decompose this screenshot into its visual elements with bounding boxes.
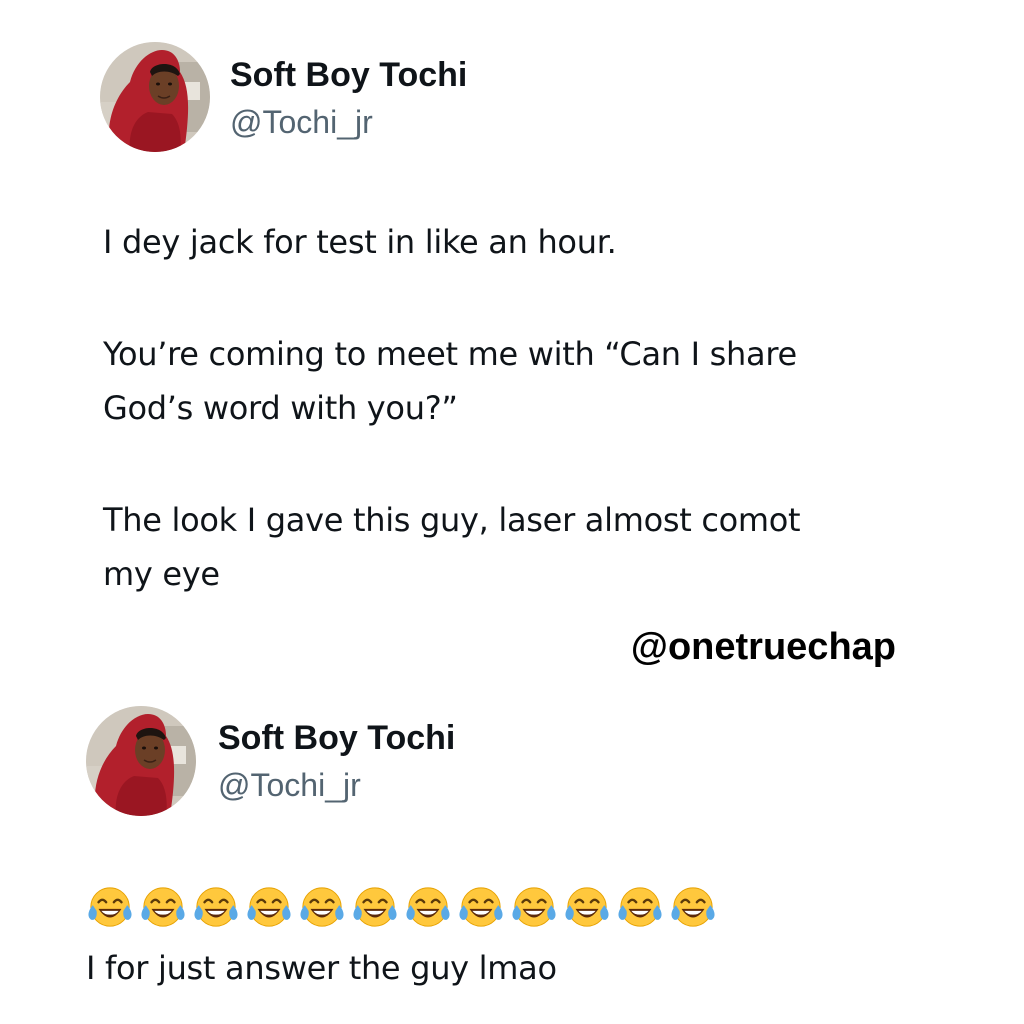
face-with-tears-of-joy-emoji-icon xyxy=(617,886,663,928)
tweet-text-line: I for just answer the guy lmao xyxy=(86,949,557,987)
face-with-tears-of-joy-emoji-icon xyxy=(193,886,239,928)
profile-avatar[interactable] xyxy=(86,706,196,816)
tweet-2: Soft Boy Tochi @Tochi_jr I for just answ… xyxy=(0,0,1024,1024)
user-handle[interactable]: @Tochi_jr xyxy=(218,766,361,804)
profile-photo-avatar-icon xyxy=(86,706,196,816)
face-with-tears-of-joy-emoji-icon xyxy=(140,886,186,928)
face-with-tears-of-joy-emoji-icon xyxy=(299,886,345,928)
face-with-tears-of-joy-emoji-icon xyxy=(352,886,398,928)
face-with-tears-of-joy-emoji-icon xyxy=(87,886,133,928)
face-with-tears-of-joy-emoji-icon xyxy=(670,886,716,928)
display-name[interactable]: Soft Boy Tochi xyxy=(218,718,455,758)
face-with-tears-of-joy-emoji-icon xyxy=(246,886,292,928)
face-with-tears-of-joy-emoji-icon xyxy=(564,886,610,928)
face-with-tears-of-joy-emoji-icon xyxy=(511,886,557,928)
emoji-row xyxy=(86,884,717,930)
face-with-tears-of-joy-emoji-icon xyxy=(405,886,451,928)
face-with-tears-of-joy-emoji-icon xyxy=(458,886,504,928)
